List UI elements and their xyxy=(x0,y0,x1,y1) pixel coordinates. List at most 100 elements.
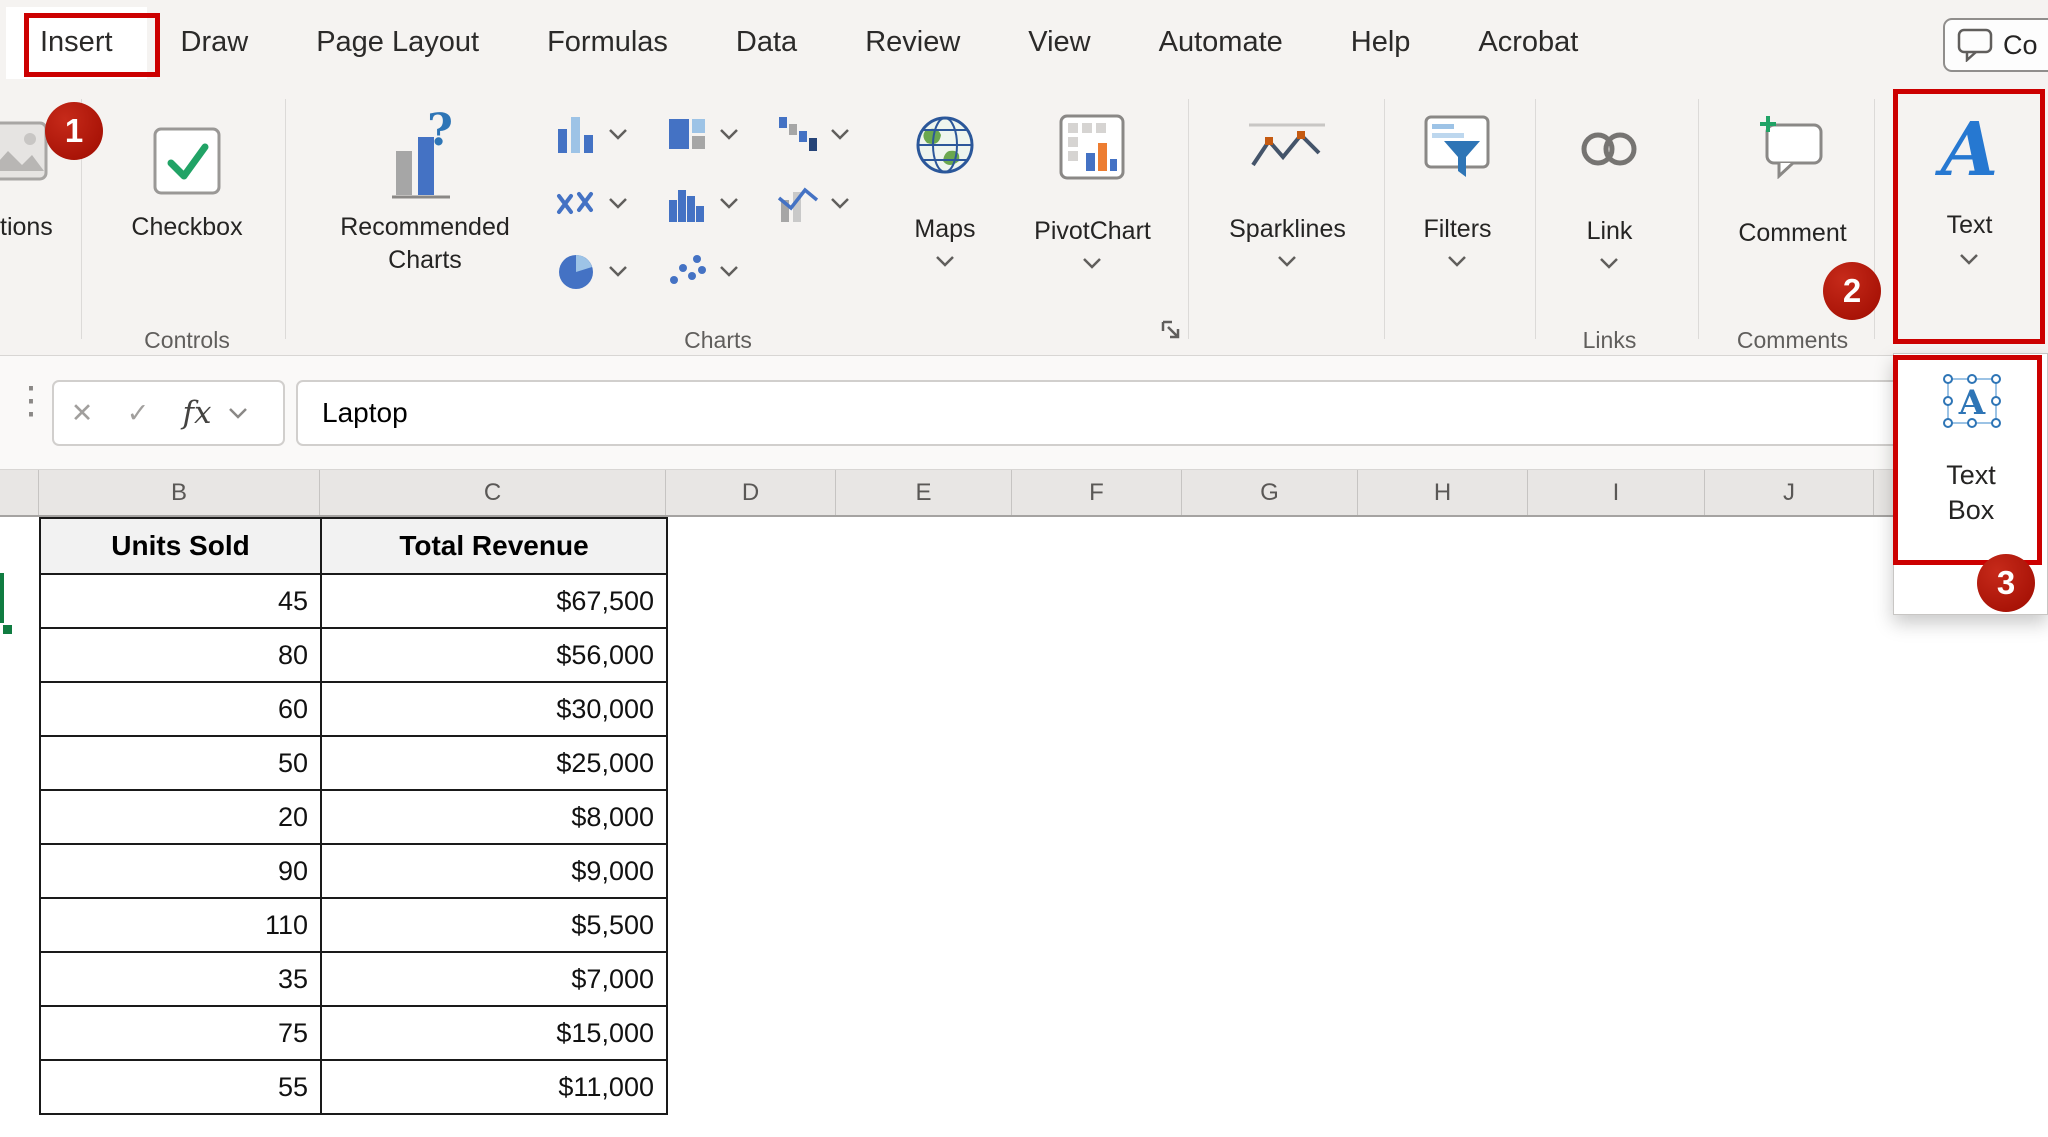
ribbon: tions Checkbox Controls ? Recommended Ch… xyxy=(0,85,2048,356)
controls-group-label: Controls xyxy=(144,327,230,353)
recommended-charts-label: Recommended Charts xyxy=(340,213,510,274)
cell-units[interactable]: 60 xyxy=(39,681,322,737)
column-header-d[interactable]: D xyxy=(666,470,836,515)
tab-acrobat[interactable]: Acrobat xyxy=(1444,7,1612,79)
pivotchart-icon xyxy=(1059,114,1125,180)
comments-group-label: Comments xyxy=(1736,327,1849,353)
cell-revenue[interactable]: $67,500 xyxy=(320,573,668,629)
cell-revenue[interactable]: $7,000 xyxy=(320,951,668,1007)
column-header-e[interactable]: E xyxy=(836,470,1012,515)
annotation-box-insert-tab xyxy=(24,13,160,77)
link-chain-icon xyxy=(1581,132,1637,166)
pivotchart-label: PivotChart xyxy=(1034,217,1151,245)
group-separator xyxy=(1188,99,1189,339)
column-header-b[interactable]: B xyxy=(39,470,320,515)
column-header-f[interactable]: F xyxy=(1012,470,1182,515)
cell-units[interactable]: 80 xyxy=(39,627,322,683)
insert-combo-chart-button[interactable] xyxy=(775,178,850,228)
column-header-c[interactable]: C xyxy=(320,470,666,515)
checkbox-button[interactable]: Checkbox xyxy=(112,99,262,309)
column-header-j[interactable]: J xyxy=(1705,470,1874,515)
table-row: 60 $30,000 xyxy=(39,681,668,737)
filters-button[interactable]: Filters xyxy=(1400,105,1515,320)
chevron-down-icon xyxy=(609,198,627,209)
insert-column-chart-button[interactable] xyxy=(553,109,628,159)
cell-revenue[interactable]: $25,000 xyxy=(320,735,668,791)
column-header-g[interactable]: G xyxy=(1182,470,1358,515)
link-button[interactable]: Link xyxy=(1552,105,1667,320)
group-separator xyxy=(1698,99,1699,339)
cell-units[interactable]: 35 xyxy=(39,951,322,1007)
annotation-step-2: 2 xyxy=(1823,262,1881,320)
cell-units[interactable]: 50 xyxy=(39,735,322,791)
chevron-down-icon xyxy=(1278,256,1296,267)
formula-bar-grip[interactable]: ⋮ xyxy=(12,378,50,423)
line-chart-icon xyxy=(557,192,593,214)
column-headers: B C D E F G H I J xyxy=(0,470,2048,517)
comments-button[interactable]: Co xyxy=(1943,18,2048,72)
combo-chart-icon xyxy=(777,187,819,222)
chevron-down-icon xyxy=(720,129,738,140)
selection-border-partial xyxy=(0,573,4,623)
tab-formulas[interactable]: Formulas xyxy=(513,7,702,79)
tab-draw[interactable]: Draw xyxy=(147,7,283,79)
cell-units[interactable]: 75 xyxy=(39,1005,322,1061)
maps-button[interactable]: Maps xyxy=(890,105,1000,320)
tab-automate[interactable]: Automate xyxy=(1125,7,1317,79)
group-separator xyxy=(1384,99,1385,339)
cell-revenue[interactable]: $8,000 xyxy=(320,789,668,845)
chevron-down-icon xyxy=(1448,256,1466,267)
table-row: 75 $15,000 xyxy=(39,1005,668,1061)
cell-revenue[interactable]: $11,000 xyxy=(320,1059,668,1115)
fill-handle[interactable] xyxy=(1,623,14,636)
column-header-i[interactable]: I xyxy=(1528,470,1705,515)
cell-revenue[interactable]: $30,000 xyxy=(320,681,668,737)
cell-units[interactable]: 55 xyxy=(39,1059,322,1115)
scatter-chart-icon xyxy=(670,255,706,284)
cell-units[interactable]: 90 xyxy=(39,843,322,899)
formula-input[interactable]: Laptop xyxy=(296,380,2048,446)
insert-scatter-chart-button[interactable] xyxy=(664,246,739,296)
sparklines-button[interactable]: Sparklines xyxy=(1225,105,1350,320)
comment-bubble-icon xyxy=(1957,28,1993,62)
enter-button[interactable]: ✓ xyxy=(110,398,166,429)
tab-page-layout[interactable]: Page Layout xyxy=(282,7,513,79)
sparklines-icon xyxy=(1249,123,1325,167)
checkbox-icon xyxy=(153,127,221,195)
column-header-a-partial[interactable] xyxy=(0,470,39,515)
cell-revenue[interactable]: $5,500 xyxy=(320,897,668,953)
chevron-down-icon xyxy=(831,198,849,209)
insert-hierarchy-chart-button[interactable] xyxy=(664,109,739,159)
ribbon-tab-bar: Insert Draw Page Layout Formulas Data Re… xyxy=(0,0,2048,85)
annotation-box-text-box-item xyxy=(1893,355,2042,565)
comments-button-label: Co xyxy=(2003,29,2038,60)
tab-data[interactable]: Data xyxy=(702,7,831,79)
links-group-label: Links xyxy=(1582,327,1637,353)
tab-view[interactable]: View xyxy=(994,7,1124,79)
table-row: 55 $11,000 xyxy=(39,1059,668,1115)
cell-units[interactable]: 20 xyxy=(39,789,322,845)
cell-revenue[interactable]: $15,000 xyxy=(320,1005,668,1061)
annotation-step-1: 1 xyxy=(45,102,103,160)
recommended-charts-button[interactable]: ? Recommended Charts xyxy=(310,101,540,316)
insert-statistic-chart-button[interactable] xyxy=(664,178,739,228)
pivotchart-button[interactable]: PivotChart xyxy=(1025,105,1160,320)
cell-units[interactable]: 45 xyxy=(39,573,322,629)
insert-line-or-area-chart-button[interactable] xyxy=(553,178,628,228)
column-header-h[interactable]: H xyxy=(1358,470,1528,515)
insert-function-button[interactable]: fx xyxy=(166,395,228,431)
cell-units[interactable]: 110 xyxy=(39,897,322,953)
insert-pie-chart-button[interactable] xyxy=(553,246,628,296)
header-cell-units-sold[interactable]: Units Sold xyxy=(39,517,322,575)
chevron-down-icon[interactable] xyxy=(228,407,248,419)
column-chart-icon xyxy=(558,117,593,153)
cell-revenue[interactable]: $56,000 xyxy=(320,627,668,683)
tab-help[interactable]: Help xyxy=(1317,7,1445,79)
tab-review[interactable]: Review xyxy=(831,7,994,79)
table-row: 35 $7,000 xyxy=(39,951,668,1007)
insert-waterfall-chart-button[interactable] xyxy=(775,109,850,159)
cell-revenue[interactable]: $9,000 xyxy=(320,843,668,899)
header-cell-total-revenue[interactable]: Total Revenue xyxy=(320,517,668,575)
cancel-button[interactable]: ✕ xyxy=(54,398,110,429)
charts-dialog-launcher[interactable] xyxy=(1158,317,1184,343)
